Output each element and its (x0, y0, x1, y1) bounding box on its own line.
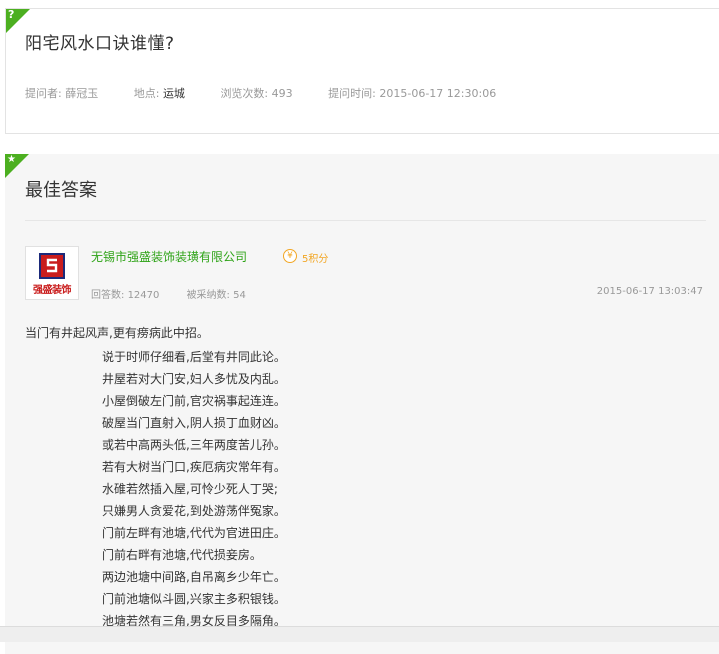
horizontal-scrollbar[interactable] (0, 626, 719, 642)
location-info: 地点: 运城 (134, 85, 185, 101)
avatar-text: 强盛装饰 (33, 285, 72, 296)
adopted-count: 54 (233, 290, 246, 301)
views-label: 浏览次数: (220, 87, 269, 100)
adopted-info: 被采纳数: 54 (187, 286, 246, 301)
poem-line: 小屋倒破左门前,官灾祸事起连连。 (102, 394, 286, 408)
question-time-info: 提问时间: 2015-06-17 12:30:06 (328, 85, 496, 101)
best-answer-card: ★ 最佳答案 强盛装饰 无锡市强盛装饰装璜有限公司 ¥ 5积分 回答数: 124… (5, 154, 719, 654)
poem-line: 破屋当门直射入,阴人损丁血财凶。 (102, 416, 286, 430)
company-logo-icon (39, 253, 65, 279)
views-count: 493 (271, 87, 293, 100)
points-badge: 5积分 (302, 254, 329, 265)
asker-label: 提问者: (25, 87, 62, 100)
adopted-label: 被采纳数: (186, 290, 230, 301)
divider (25, 220, 706, 221)
replies-count: 12470 (127, 290, 160, 301)
logo-s-icon (46, 258, 58, 273)
poem-line: 门前右畔有池塘,代代损妾房。 (102, 548, 262, 562)
answer-lead-line: 当门有井起风声,更有痨病此中招。 (25, 326, 209, 340)
poem-line: 若有大树当门口,疾厄病灾常年有。 (102, 460, 286, 474)
poem-line: 说于时师仔细看,后堂有井同此论。 (102, 350, 286, 364)
location-label: 地点: (133, 87, 160, 100)
question-meta: 提问者: 薛冠玉 地点: 运城 浏览次数: 493 提问时间: 2015-06-… (25, 85, 528, 101)
question-time-label: 提问时间: (328, 87, 376, 100)
location-link[interactable]: 运城 (163, 87, 185, 100)
replies-info: 回答数: 12470 (91, 286, 159, 301)
asker-name: 薛冠玉 (65, 87, 99, 100)
poem-line: 水碓若然插入屋,可怜少死人丁哭; (102, 482, 278, 496)
coin-icon: ¥ (283, 249, 297, 263)
poem-line: 两边池塘中间路,自吊离乡少年亡。 (102, 570, 286, 584)
answer-body: 说于时师仔细看,后堂有井同此论。 井屋若对大门安,妇人多忧及内乱。 小屋倒破左门… (102, 346, 286, 632)
question-mark-icon: ? (8, 8, 15, 21)
poem-line: 门前池塘似斗圆,兴家主多积银钱。 (102, 592, 286, 606)
poem-line: 只嫌男人贪爱花,到处游荡伴冤家。 (102, 504, 286, 518)
answer-time: 2015-06-17 13:03:47 (596, 286, 703, 297)
answerer-name-link[interactable]: 无锡市强盛装饰装璜有限公司 (91, 248, 247, 265)
views-info: 浏览次数: 493 (220, 85, 292, 101)
question-title: 阳宅风水口诀谁懂? (25, 34, 175, 54)
poem-line: 门前左畔有池塘,代代为官进田庄。 (102, 526, 286, 540)
poem-line: 或若中高两头低,三年两度苦儿孙。 (102, 438, 286, 452)
star-icon: ★ (7, 154, 16, 165)
answerer-stats: 回答数: 12470 被采纳数: 54 (91, 286, 270, 301)
best-answer-heading: 最佳答案 (25, 180, 97, 201)
avatar[interactable]: 强盛装饰 (25, 246, 79, 300)
question-time: 2015-06-17 12:30:06 (379, 87, 497, 100)
poem-line: 井屋若对大门安,妇人多忧及内乱。 (102, 372, 286, 386)
question-card: ? 阳宅风水口诀谁懂? 提问者: 薛冠玉 地点: 运城 浏览次数: 493 提问… (5, 8, 719, 134)
replies-label: 回答数: (91, 290, 125, 301)
asker-info: 提问者: 薛冠玉 (25, 85, 98, 101)
